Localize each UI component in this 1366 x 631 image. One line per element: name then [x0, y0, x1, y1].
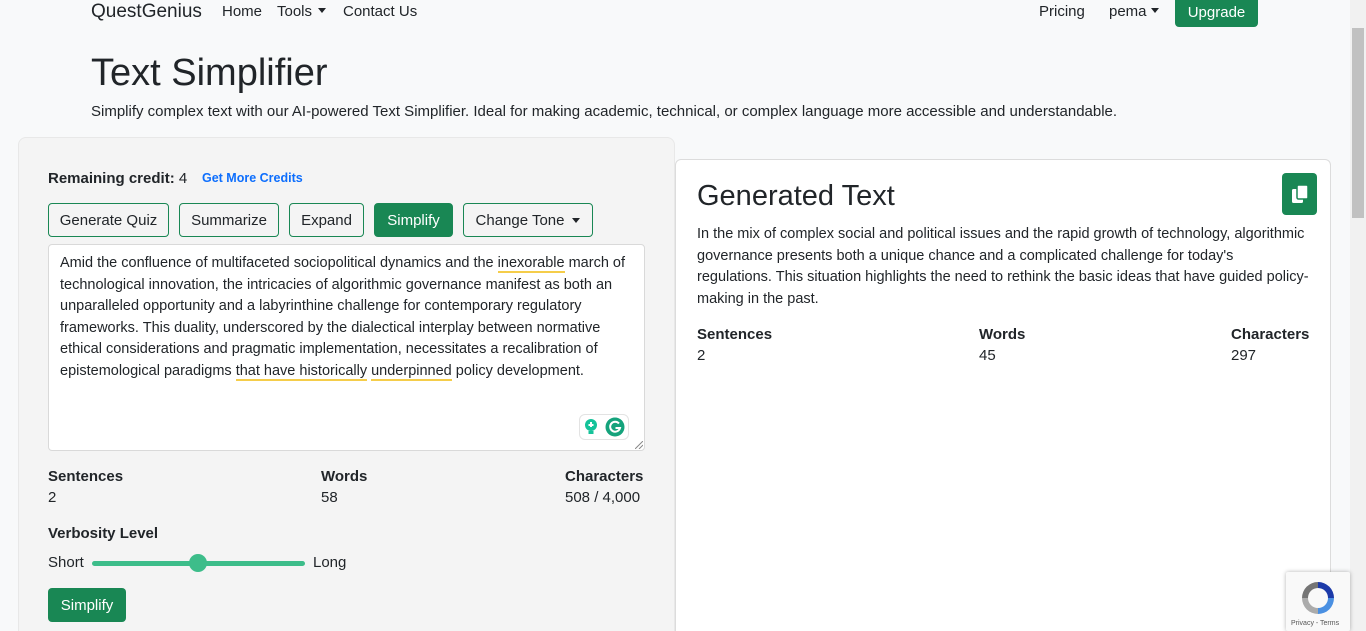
remaining-credit: Remaining credit: 4	[48, 170, 187, 187]
user-menu-dropdown[interactable]: pema	[1109, 3, 1159, 20]
slider-max-label: Long	[313, 554, 347, 571]
user-name: pema	[1109, 3, 1147, 20]
generate-quiz-button[interactable]: Generate Quiz	[48, 203, 169, 237]
chevron-down-icon	[1150, 8, 1159, 13]
recaptcha-icon	[1302, 582, 1334, 614]
recaptcha-links[interactable]: Privacy - Terms	[1291, 620, 1339, 627]
slider-thumb[interactable]	[189, 554, 207, 572]
spelling-highlight[interactable]: inexorable	[497, 255, 565, 273]
output-words-label: Words	[979, 326, 1026, 343]
nav-home[interactable]: Home	[222, 3, 262, 20]
simplify-mode-button[interactable]: Simplify	[374, 203, 453, 237]
credit-label: Remaining credit:	[48, 170, 175, 187]
spelling-highlight[interactable]: underpinned	[371, 362, 452, 381]
page-title: Text Simplifier	[91, 52, 328, 94]
output-sentences-label: Sentences	[697, 326, 773, 343]
scrollbar-thumb[interactable]	[1352, 28, 1364, 218]
output-sentences-count: 2	[697, 347, 706, 364]
sentences-count: 2	[48, 489, 57, 506]
get-more-credits-link[interactable]: Get More Credits	[202, 171, 303, 185]
brand-logo[interactable]: QuestGenius	[91, 1, 202, 23]
change-tone-label: Change Tone	[475, 211, 565, 229]
navbar: QuestGenius Home Tools Contact Us Pricin…	[0, 0, 1350, 27]
credit-value: 4	[178, 170, 188, 187]
verbosity-label: Verbosity Level	[48, 525, 159, 542]
output-characters-label: Characters	[1231, 326, 1310, 343]
generated-text: In the mix of complex social and politic…	[697, 226, 1309, 307]
simplify-submit-button[interactable]: Simplify	[48, 588, 126, 622]
chevron-down-icon	[318, 8, 327, 13]
copy-button[interactable]	[1282, 173, 1317, 215]
characters-count: 508 / 4,000	[565, 489, 641, 506]
spelling-highlight[interactable]: that have historically	[235, 362, 368, 381]
lightbulb-icon[interactable]	[583, 418, 599, 436]
output-characters-count: 297	[1231, 347, 1257, 364]
nav-contact[interactable]: Contact Us	[343, 3, 417, 20]
sentences-label: Sentences	[48, 468, 124, 485]
characters-label: Characters	[565, 468, 644, 485]
summarize-button[interactable]: Summarize	[179, 203, 279, 237]
change-tone-dropdown[interactable]: Change Tone	[463, 203, 593, 237]
input-text: policy development.	[451, 362, 584, 379]
output-words-count: 45	[979, 347, 996, 364]
recaptcha-badge[interactable]: Privacy - Terms	[1286, 572, 1350, 631]
copy-icon	[1291, 184, 1309, 203]
words-label: Words	[321, 468, 368, 485]
words-count: 58	[321, 489, 338, 506]
chevron-down-icon	[572, 217, 581, 223]
grammarly-widget[interactable]	[579, 414, 629, 440]
input-text: Amid the confluence of multifaceted soci…	[60, 255, 498, 271]
upgrade-button[interactable]: Upgrade	[1175, 0, 1258, 27]
expand-button[interactable]: Expand	[289, 203, 364, 237]
resize-handle-icon[interactable]	[635, 441, 643, 449]
nav-pricing[interactable]: Pricing	[1039, 3, 1085, 20]
slider-min-label: Short	[48, 554, 84, 571]
input-textarea[interactable]: Amid the confluence of multifaceted soci…	[48, 244, 645, 451]
nav-tools-dropdown[interactable]: Tools	[277, 3, 327, 20]
grammarly-icon[interactable]	[605, 417, 625, 437]
nav-tools-label: Tools	[277, 3, 313, 20]
input-text: march of technological innovation, the i…	[60, 255, 626, 379]
output-title: Generated Text	[697, 180, 895, 212]
page-subtitle: Simplify complex text with our AI-powere…	[91, 103, 1118, 120]
